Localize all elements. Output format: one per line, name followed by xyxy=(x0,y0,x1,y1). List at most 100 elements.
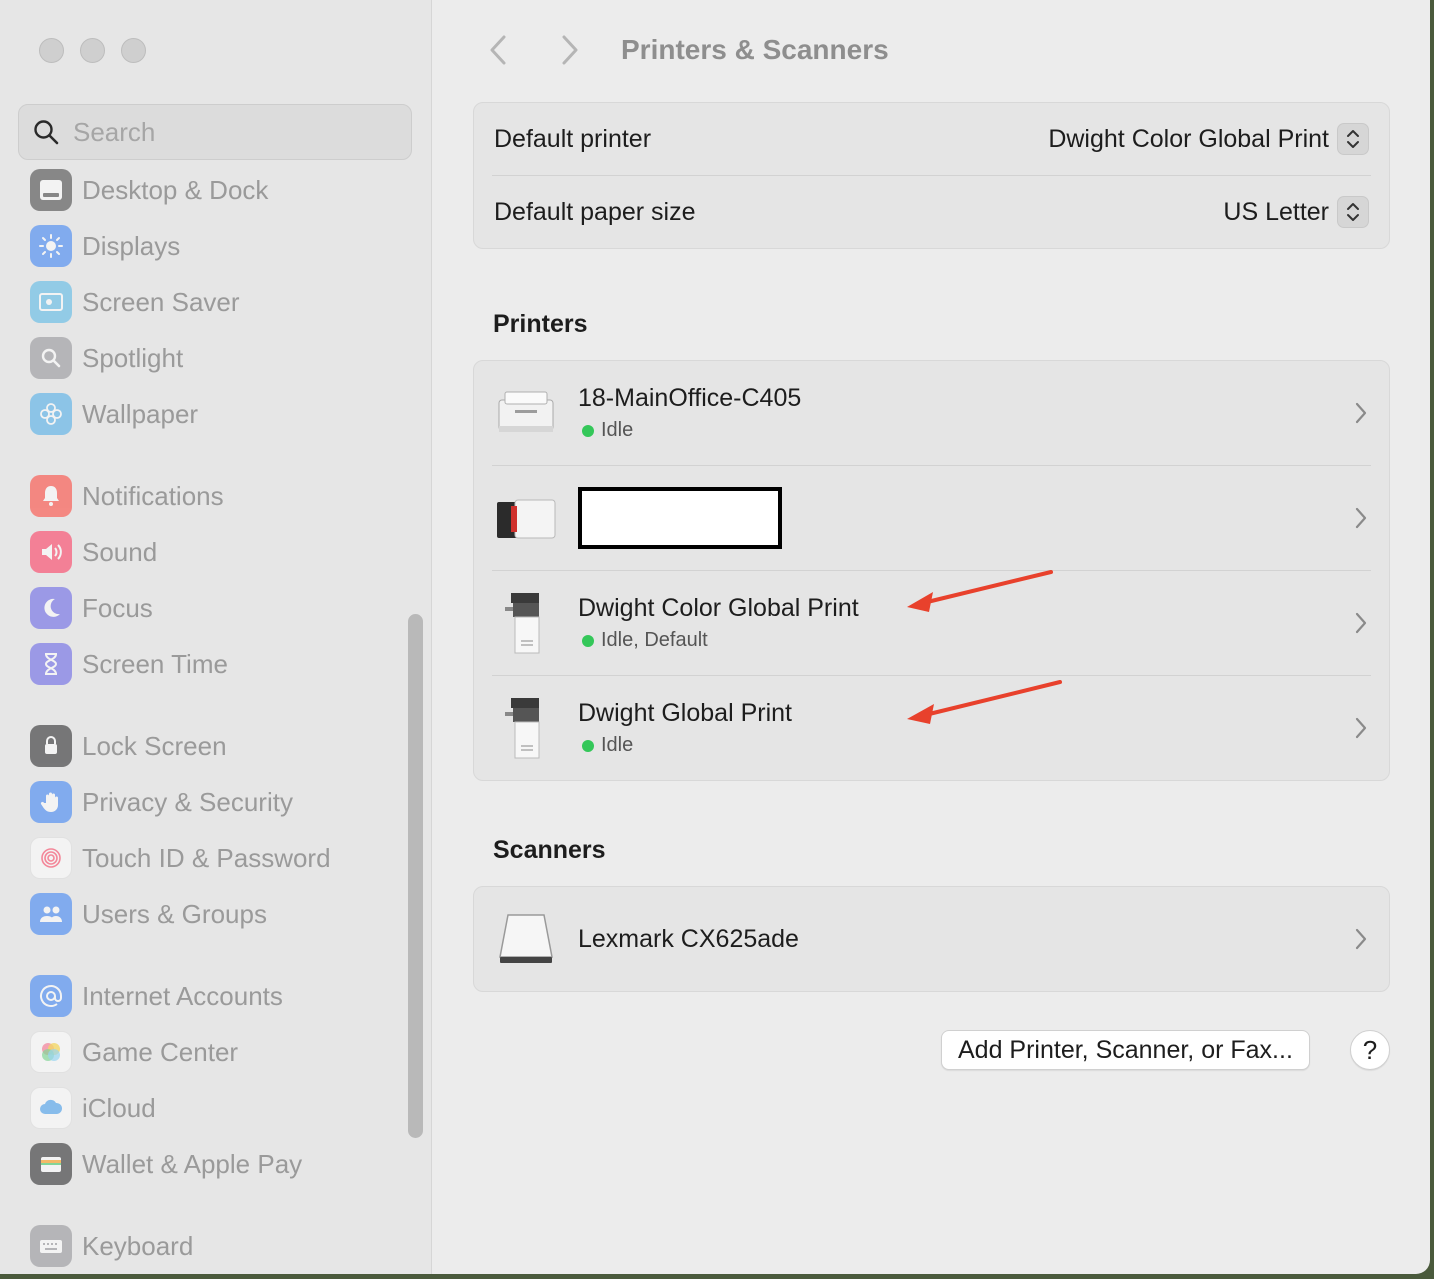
scanner-name: Lexmark CX625ade xyxy=(578,924,799,953)
annotation-arrow xyxy=(907,570,1053,612)
printer-row[interactable] xyxy=(474,466,1389,570)
sidebar-item-internet-accounts[interactable]: Internet Accounts xyxy=(30,974,283,1018)
chevron-right-icon xyxy=(562,35,578,65)
printer-name: Dwight Color Global Print xyxy=(578,594,859,622)
hourglass-icon xyxy=(30,643,72,685)
chevron-right-icon xyxy=(1355,612,1367,634)
sidebar-item-lock-screen[interactable]: Lock Screen xyxy=(30,724,227,768)
speaker-icon xyxy=(30,531,72,573)
sidebar-item-label: Users & Groups xyxy=(82,898,267,929)
default-paper-row: Default paper size US Letter xyxy=(474,176,1389,248)
default-printer-select[interactable]: Dwight Color Global Print xyxy=(1048,123,1369,155)
status-text: Idle xyxy=(601,734,634,756)
sidebar: Search Desktop & Dock Displays Screen Sa… xyxy=(0,0,432,1274)
toolbar: Printers & Scanners xyxy=(473,24,889,76)
scanners-card: Lexmark CX625ade xyxy=(473,886,1390,992)
sidebar-item-label: Screen Saver xyxy=(82,286,240,317)
at-icon xyxy=(30,975,72,1017)
sidebar-item-label: Wallet & Apple Pay xyxy=(82,1148,303,1179)
lock-icon xyxy=(30,725,72,767)
sun-icon xyxy=(30,225,72,267)
status-text: Idle, Default xyxy=(601,629,708,651)
sidebar-item-label: Focus xyxy=(82,592,153,623)
sidebar-item-game-center[interactable]: Game Center xyxy=(30,1030,238,1074)
status-text: Idle xyxy=(601,419,634,441)
sidebar-item-label: Sound xyxy=(82,536,158,567)
chevron-left-icon xyxy=(490,35,506,65)
screen-saver-icon xyxy=(30,281,72,323)
up-down-chevron-icon xyxy=(1337,196,1369,228)
sidebar-item-desktop-dock[interactable]: Desktop & Dock xyxy=(30,168,268,212)
sidebar-item-touch-id[interactable]: Touch ID & Password xyxy=(30,836,331,880)
sidebar-item-label: Privacy & Security xyxy=(82,786,293,817)
sidebar-item-notifications[interactable]: Notifications xyxy=(30,474,224,518)
default-printer-value: Dwight Color Global Print xyxy=(1048,124,1329,153)
status-dot xyxy=(582,739,594,752)
printer-status: Idle xyxy=(578,419,801,442)
sidebar-item-sound[interactable]: Sound xyxy=(30,530,157,574)
annotation-arrow xyxy=(907,680,1062,724)
scanner-row[interactable]: Lexmark CX625ade xyxy=(474,887,1389,991)
close-window-button[interactable] xyxy=(39,38,64,63)
sidebar-item-label: Touch ID & Password xyxy=(82,842,331,873)
defaults-card: Default printer Dwight Color Global Prin… xyxy=(473,102,1390,249)
status-dot xyxy=(582,634,594,647)
sidebar-item-label: Desktop & Dock xyxy=(82,174,269,205)
fingerprint-icon xyxy=(30,837,72,879)
flower-icon xyxy=(30,393,72,435)
sidebar-item-label: Game Center xyxy=(82,1036,239,1067)
printer-status: Idle xyxy=(578,734,792,757)
sidebar-item-label: Wallpaper xyxy=(82,398,199,429)
printer-row[interactable]: 18-MainOffice-C405 Idle xyxy=(474,361,1389,465)
add-printer-button[interactable]: Add Printer, Scanner, or Fax... xyxy=(941,1030,1310,1070)
sidebar-item-icloud[interactable]: iCloud xyxy=(30,1086,156,1130)
default-paper-value: US Letter xyxy=(1223,197,1329,226)
sidebar-scrollbar[interactable] xyxy=(408,614,423,1138)
users-icon xyxy=(30,893,72,935)
printer-status: Idle, Default xyxy=(578,629,859,652)
default-printer-label: Default printer xyxy=(494,124,652,153)
redacted-printer-name xyxy=(578,487,782,549)
search-placeholder: Search xyxy=(73,116,156,147)
sidebar-item-keyboard[interactable]: Keyboard xyxy=(30,1224,193,1268)
sidebar-item-label: Notifications xyxy=(82,480,224,511)
printers-heading: Printers xyxy=(493,310,588,338)
cloud-icon xyxy=(30,1087,72,1129)
sidebar-item-wallpaper[interactable]: Wallpaper xyxy=(30,392,198,436)
sidebar-item-label: Keyboard xyxy=(82,1230,194,1261)
sidebar-item-displays[interactable]: Displays xyxy=(30,224,180,268)
sidebar-item-focus[interactable]: Focus xyxy=(30,586,153,630)
back-button[interactable] xyxy=(473,25,523,75)
help-button[interactable]: ? xyxy=(1350,1030,1390,1070)
zoom-window-button[interactable] xyxy=(121,38,146,63)
status-dot xyxy=(582,424,594,437)
chevron-right-icon xyxy=(1355,402,1367,424)
sidebar-item-wallet[interactable]: Wallet & Apple Pay xyxy=(30,1142,302,1186)
sidebar-item-label: Screen Time xyxy=(82,648,228,679)
sidebar-item-privacy-security[interactable]: Privacy & Security xyxy=(30,780,293,824)
card-printer-icon xyxy=(494,486,558,550)
wallet-icon xyxy=(30,1143,72,1185)
default-paper-label: Default paper size xyxy=(494,197,696,226)
scanners-heading: Scanners xyxy=(493,836,606,864)
forward-button[interactable] xyxy=(545,25,595,75)
dock-icon xyxy=(30,169,72,211)
sidebar-item-label: Internet Accounts xyxy=(82,980,283,1011)
chevron-right-icon xyxy=(1355,507,1367,529)
minimize-window-button[interactable] xyxy=(80,38,105,63)
sidebar-item-spotlight[interactable]: Spotlight xyxy=(30,336,183,380)
search-input[interactable]: Search xyxy=(18,104,412,160)
printer-name: Dwight Global Print xyxy=(578,699,792,727)
window-controls xyxy=(39,38,146,63)
page-title: Printers & Scanners xyxy=(621,34,889,65)
default-paper-select[interactable]: US Letter xyxy=(1223,196,1369,228)
sidebar-item-screen-saver[interactable]: Screen Saver xyxy=(30,280,240,324)
hand-icon xyxy=(30,781,72,823)
moon-icon xyxy=(30,587,72,629)
bell-icon xyxy=(30,475,72,517)
multifunction-printer-icon xyxy=(494,696,558,760)
sidebar-item-screen-time[interactable]: Screen Time xyxy=(30,642,228,686)
multifunction-printer-icon xyxy=(494,591,558,655)
sidebar-item-users-groups[interactable]: Users & Groups xyxy=(30,892,267,936)
game-center-icon xyxy=(30,1031,72,1073)
